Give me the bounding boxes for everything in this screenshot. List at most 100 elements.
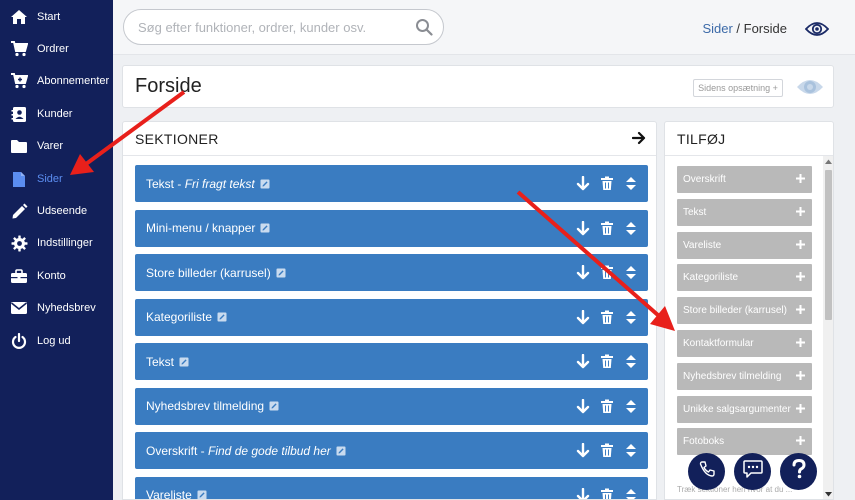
drag-sort-icon[interactable]	[624, 310, 638, 325]
edit-icon[interactable]	[217, 312, 227, 322]
search-box	[123, 9, 444, 45]
home-icon	[9, 7, 29, 27]
add-section-label: Overskrift	[683, 174, 726, 185]
trash-icon[interactable]	[600, 443, 614, 458]
edit-icon[interactable]	[260, 179, 270, 189]
sidebar-item-sider[interactable]: Sider	[0, 165, 113, 193]
add-section-label: Fotoboks	[683, 436, 725, 448]
edit-icon[interactable]	[179, 357, 189, 367]
add-section-item[interactable]: Kontaktformular	[677, 330, 812, 357]
add-section-item[interactable]: Unikke salgsargumenter	[677, 395, 812, 423]
section-type: Nyhedsbrev tilmelding	[146, 399, 265, 413]
page-setup-button[interactable]: Sidens opsætning +	[693, 79, 783, 97]
drag-sort-icon[interactable]	[624, 265, 638, 280]
section-row[interactable]: Overskrift - Find de gode tilbud her	[135, 432, 648, 469]
sidebar-item-label: Sider	[37, 173, 63, 185]
add-section-item[interactable]: Fotoboks	[677, 428, 812, 456]
sidebar-item-label: Varer	[37, 140, 64, 152]
arrow-right-icon[interactable]	[631, 131, 646, 145]
add-section-item[interactable]: Overskrift	[677, 166, 812, 193]
move-down-icon[interactable]	[576, 398, 590, 414]
search-input[interactable]	[138, 10, 408, 44]
section-label: Overskrift - Find de gode tilbud her	[146, 444, 346, 458]
file-icon	[9, 169, 29, 189]
eye-icon[interactable]	[804, 20, 830, 38]
edit-icon[interactable]	[269, 401, 279, 411]
section-type: Kategoriliste	[146, 310, 213, 324]
edit-icon[interactable]	[197, 490, 207, 500]
edit-icon[interactable]	[276, 268, 286, 278]
sidebar-item-label: Abonnementer	[37, 75, 110, 87]
drag-sort-icon[interactable]	[624, 443, 638, 458]
add-section-item[interactable]: Vareliste	[677, 231, 812, 259]
move-down-icon[interactable]	[576, 220, 590, 236]
add-section-label: Nyhedsbrev tilmelding	[683, 370, 782, 382]
section-row[interactable]: Tekst - Fri fragt tekst	[135, 165, 648, 202]
add-section-item[interactable]: Nyhedsbrev tilmelding	[677, 362, 812, 390]
plus-icon	[796, 370, 805, 380]
drag-sort-icon[interactable]	[624, 221, 638, 236]
move-down-icon[interactable]	[576, 265, 590, 280]
drag-sort-icon[interactable]	[624, 176, 638, 191]
move-down-icon[interactable]	[576, 309, 590, 325]
add-section-item[interactable]: Kategoriliste	[677, 264, 812, 292]
sidebar-item-udseende[interactable]: Udseende	[0, 197, 113, 225]
sidebar-item-konto[interactable]: Konto	[0, 262, 113, 290]
trash-icon[interactable]	[600, 176, 614, 191]
plus-icon	[796, 305, 805, 315]
add-section-item[interactable]: Store billeder (karrusel)	[677, 297, 812, 325]
section-label: Kategoriliste	[146, 310, 227, 324]
trash-icon[interactable]	[600, 488, 614, 500]
add-section-item[interactable]: Tekst	[677, 198, 812, 226]
plus-icon	[796, 338, 805, 347]
section-row[interactable]: Store billeder (karrusel)	[135, 254, 648, 291]
sidebar-item-log-ud[interactable]: Log ud	[0, 327, 113, 355]
sidebar-item-start[interactable]: Start	[0, 3, 113, 31]
preview-eye-icon[interactable]	[796, 76, 824, 98]
help-button[interactable]	[780, 453, 817, 490]
move-down-icon[interactable]	[576, 443, 590, 458]
edit-icon[interactable]	[260, 223, 270, 233]
drag-sort-icon[interactable]	[624, 399, 638, 414]
move-down-icon[interactable]	[576, 354, 590, 369]
trash-icon[interactable]	[600, 399, 614, 414]
move-down-icon[interactable]	[576, 487, 590, 500]
plus-icon	[796, 403, 805, 413]
section-row[interactable]: Nyhedsbrev tilmelding	[135, 387, 648, 425]
trash-icon[interactable]	[600, 265, 614, 280]
section-row-actions	[576, 398, 638, 414]
sidebar-item-abonnementer[interactable]: Abonnementer	[0, 67, 113, 95]
plus-icon	[796, 174, 805, 183]
trash-icon[interactable]	[600, 221, 614, 236]
scrollbar-thumb[interactable]	[825, 170, 832, 320]
scrollbar[interactable]	[823, 156, 833, 499]
trash-icon[interactable]	[600, 354, 614, 369]
add-section-label: Tekst	[683, 206, 707, 218]
add-panel-title: TILFØJ	[677, 131, 726, 147]
section-row[interactable]: Mini-menu / knapper	[135, 209, 648, 247]
search-icon[interactable]	[415, 18, 433, 36]
section-row[interactable]: Vareliste	[135, 476, 648, 500]
phone-button[interactable]	[688, 453, 725, 490]
power-icon	[9, 331, 29, 351]
trash-icon[interactable]	[600, 310, 614, 325]
breadcrumb: Sider / Forside	[702, 21, 787, 36]
section-type: Tekst	[146, 176, 175, 191]
drag-sort-icon[interactable]	[624, 354, 638, 369]
section-row[interactable]: Tekst	[135, 343, 648, 380]
section-separator: -	[197, 443, 209, 458]
breadcrumb-link-sider[interactable]: Sider	[702, 21, 732, 36]
section-detail: Fri fragt tekst	[184, 176, 255, 191]
section-row[interactable]: Kategoriliste	[135, 298, 648, 336]
sidebar-item-nyhedsbrev[interactable]: Nyhedsbrev	[0, 294, 113, 322]
move-down-icon[interactable]	[576, 176, 590, 191]
sidebar-item-label: Log ud	[37, 335, 71, 347]
sidebar-item-indstillinger[interactable]: Indstillinger	[0, 229, 113, 257]
sidebar-item-kunder[interactable]: Kunder	[0, 100, 113, 128]
chat-button[interactable]	[734, 453, 771, 490]
question-icon	[791, 458, 807, 484]
sidebar-item-varer[interactable]: Varer	[0, 132, 113, 160]
drag-sort-icon[interactable]	[624, 488, 638, 500]
edit-icon[interactable]	[336, 446, 346, 456]
sidebar-item-ordrer[interactable]: Ordrer	[0, 35, 113, 63]
